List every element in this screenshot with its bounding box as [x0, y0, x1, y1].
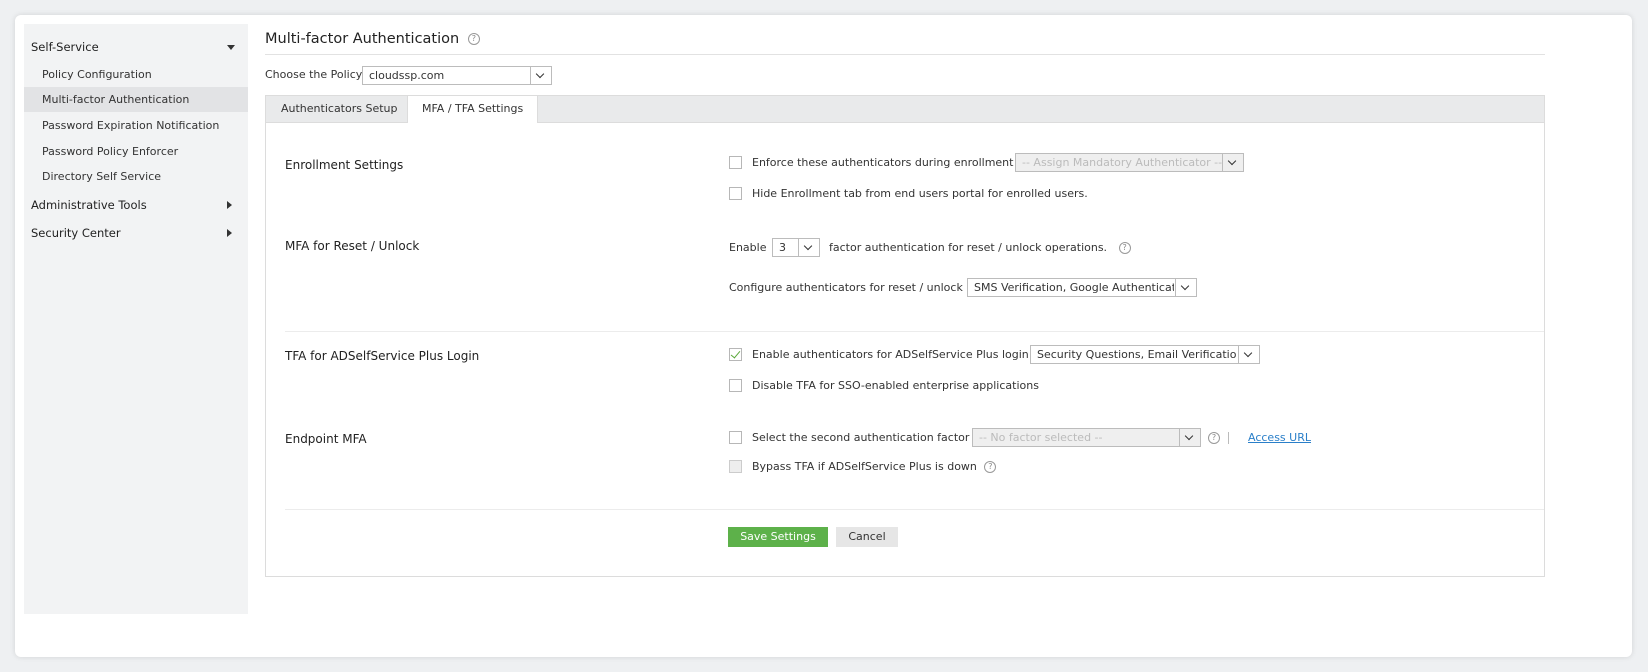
mandatory-authenticator-select[interactable]: -- Assign Mandatory Authenticator -- — [1015, 153, 1244, 172]
sidebar-section-security-center[interactable]: Security Center — [31, 226, 121, 240]
settings-panel: Authenticators Setup MFA / TFA Settings … — [265, 95, 1545, 577]
factor-suffix-text: factor authentication for reset / unlock… — [829, 241, 1108, 254]
sidebar-item-password-expiration-notification[interactable]: Password Expiration Notification — [24, 113, 248, 138]
enable-factor-label: Enable — [729, 241, 767, 254]
sidebar-section-administrative-tools[interactable]: Administrative Tools — [31, 198, 147, 212]
caret-right-icon[interactable] — [227, 201, 232, 209]
second-factor-checkbox[interactable] — [729, 431, 742, 444]
main-content: Multi-factor Authentication ? Choose the… — [265, 15, 1545, 635]
tfa-authenticators-value: Security Questions, Email Verification — [1037, 348, 1237, 361]
sidebar-item-password-policy-enforcer[interactable]: Password Policy Enforcer — [24, 139, 248, 164]
save-settings-button[interactable]: Save Settings — [728, 527, 828, 547]
enforce-authenticators-checkbox[interactable] — [729, 156, 742, 169]
chevron-down-icon — [1175, 279, 1196, 296]
mandatory-authenticator-value: -- Assign Mandatory Authenticator -- — [1022, 156, 1223, 169]
tab-bar: Authenticators Setup MFA / TFA Settings — [266, 96, 1544, 123]
access-url-link[interactable]: Access URL — [1248, 431, 1311, 444]
sidebar-item-label: Multi-factor Authentication — [42, 93, 190, 106]
enable-tfa-login-checkbox[interactable] — [729, 348, 742, 361]
caret-right-icon[interactable] — [227, 229, 232, 237]
sidebar: Self-Service Policy Configuration Multi-… — [24, 24, 248, 614]
sidebar-section-label: Administrative Tools — [31, 198, 147, 212]
configure-authenticators-label: Configure authenticators for reset / unl… — [729, 281, 963, 294]
help-icon[interactable]: ? — [984, 461, 997, 473]
section-title-enrollment: Enrollment Settings — [285, 158, 404, 172]
disable-tfa-sso-label: Disable TFA for SSO-enabled enterprise a… — [752, 379, 1039, 392]
section-title-tfa-login: TFA for ADSelfService Plus Login — [285, 349, 480, 363]
second-factor-select[interactable]: -- No factor selected -- — [972, 428, 1201, 447]
disable-tfa-sso-checkbox[interactable] — [729, 379, 742, 392]
caret-down-icon[interactable] — [227, 45, 235, 50]
app-window: Self-Service Policy Configuration Multi-… — [15, 15, 1632, 657]
sidebar-item-label: Policy Configuration — [42, 68, 152, 81]
section-title-reset-unlock: MFA for Reset / Unlock — [285, 239, 420, 253]
policy-select-value: cloudssp.com — [369, 69, 445, 82]
second-factor-value: -- No factor selected -- — [979, 431, 1103, 444]
chevron-down-icon — [1222, 154, 1243, 171]
sidebar-section-self-service[interactable]: Self-Service — [31, 40, 99, 54]
chevron-down-icon — [530, 67, 551, 84]
title-divider — [265, 54, 1545, 55]
factor-suffix-label: factor authentication for reset / unlock… — [829, 241, 1131, 254]
configure-authenticators-select[interactable]: SMS Verification, Google Authenticator — [967, 278, 1197, 297]
chevron-down-icon — [1179, 429, 1200, 446]
policy-label: Choose the Policy — [265, 68, 363, 81]
help-icon[interactable]: ? — [467, 33, 480, 45]
sidebar-item-policy-configuration[interactable]: Policy Configuration — [24, 62, 248, 87]
help-icon[interactable]: ? — [1118, 242, 1131, 254]
tab-mfa-tfa-settings[interactable]: MFA / TFA Settings — [407, 96, 539, 123]
section-divider — [285, 331, 1544, 332]
bypass-tfa-text: Bypass TFA if ADSelfService Plus is down — [752, 460, 977, 473]
factor-count-select[interactable]: 3 — [772, 238, 820, 257]
second-factor-label: Select the second authentication factor — [752, 431, 970, 444]
page-title: Multi-factor Authentication ? — [265, 31, 480, 47]
sidebar-item-directory-self-service[interactable]: Directory Self Service — [24, 164, 248, 189]
sidebar-section-label: Security Center — [31, 226, 121, 240]
sidebar-item-label: Password Expiration Notification — [42, 119, 220, 132]
section-divider — [285, 509, 1544, 510]
factor-count-value: 3 — [779, 241, 786, 254]
sidebar-item-label: Directory Self Service — [42, 170, 162, 183]
vertical-separator — [1228, 432, 1229, 444]
tfa-authenticators-select[interactable]: Security Questions, Email Verification — [1030, 345, 1260, 364]
sidebar-section-label: Self-Service — [31, 40, 99, 54]
configure-authenticators-value: SMS Verification, Google Authenticator — [974, 281, 1174, 294]
hide-enrollment-tab-label: Hide Enrollment tab from end users porta… — [752, 187, 1088, 200]
page-title-text: Multi-factor Authentication — [265, 31, 460, 47]
cancel-button[interactable]: Cancel — [836, 527, 898, 547]
enable-tfa-login-label: Enable authenticators for ADSelfService … — [752, 348, 1029, 361]
section-title-endpoint-mfa: Endpoint MFA — [285, 432, 367, 446]
sidebar-item-multi-factor-authentication[interactable]: Multi-factor Authentication — [24, 87, 248, 112]
sidebar-item-label: Password Policy Enforcer — [42, 145, 179, 158]
endpoint-help: ? — [1208, 431, 1220, 444]
enforce-authenticators-label: Enforce these authenticators during enro… — [752, 156, 1014, 169]
policy-select[interactable]: cloudssp.com — [362, 66, 552, 85]
chevron-down-icon — [798, 239, 819, 256]
hide-enrollment-tab-checkbox[interactable] — [729, 187, 742, 200]
bypass-tfa-label: Bypass TFA if ADSelfService Plus is down… — [752, 460, 997, 473]
bypass-tfa-checkbox[interactable] — [729, 460, 742, 473]
chevron-down-icon — [1238, 346, 1259, 363]
tab-authenticators-setup[interactable]: Authenticators Setup — [267, 96, 412, 122]
help-icon[interactable]: ? — [1208, 432, 1220, 444]
